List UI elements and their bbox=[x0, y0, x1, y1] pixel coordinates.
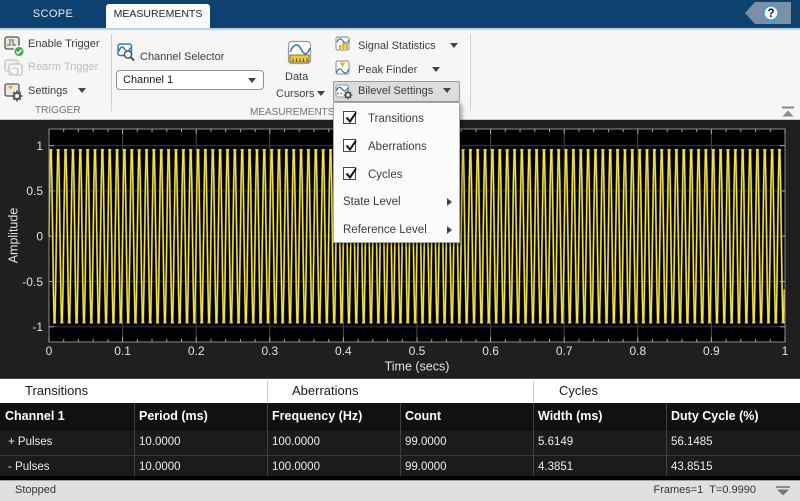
svg-text:0.9: 0.9 bbox=[703, 344, 720, 358]
svg-text:-1: -1 bbox=[32, 320, 43, 334]
svg-text:?: ? bbox=[767, 8, 774, 20]
svg-text:0.1: 0.1 bbox=[114, 344, 131, 358]
svg-text:0.6: 0.6 bbox=[482, 344, 499, 358]
svg-text:0: 0 bbox=[36, 230, 43, 244]
svg-text:-0.5: -0.5 bbox=[22, 275, 43, 289]
svg-text:Amplitude: Amplitude bbox=[7, 208, 21, 264]
svg-text:0: 0 bbox=[46, 344, 53, 358]
svg-text:0.7: 0.7 bbox=[556, 344, 573, 358]
svg-text:0.3: 0.3 bbox=[261, 344, 278, 358]
svg-text:0.5: 0.5 bbox=[409, 344, 426, 358]
svg-text:0.5: 0.5 bbox=[26, 184, 43, 198]
svg-text:1: 1 bbox=[782, 344, 789, 358]
svg-text:0.4: 0.4 bbox=[335, 344, 352, 358]
svg-text:0.2: 0.2 bbox=[188, 344, 205, 358]
svg-text:Time (secs): Time (secs) bbox=[385, 360, 450, 374]
svg-text:1: 1 bbox=[36, 139, 43, 153]
svg-text:0.8: 0.8 bbox=[629, 344, 646, 358]
